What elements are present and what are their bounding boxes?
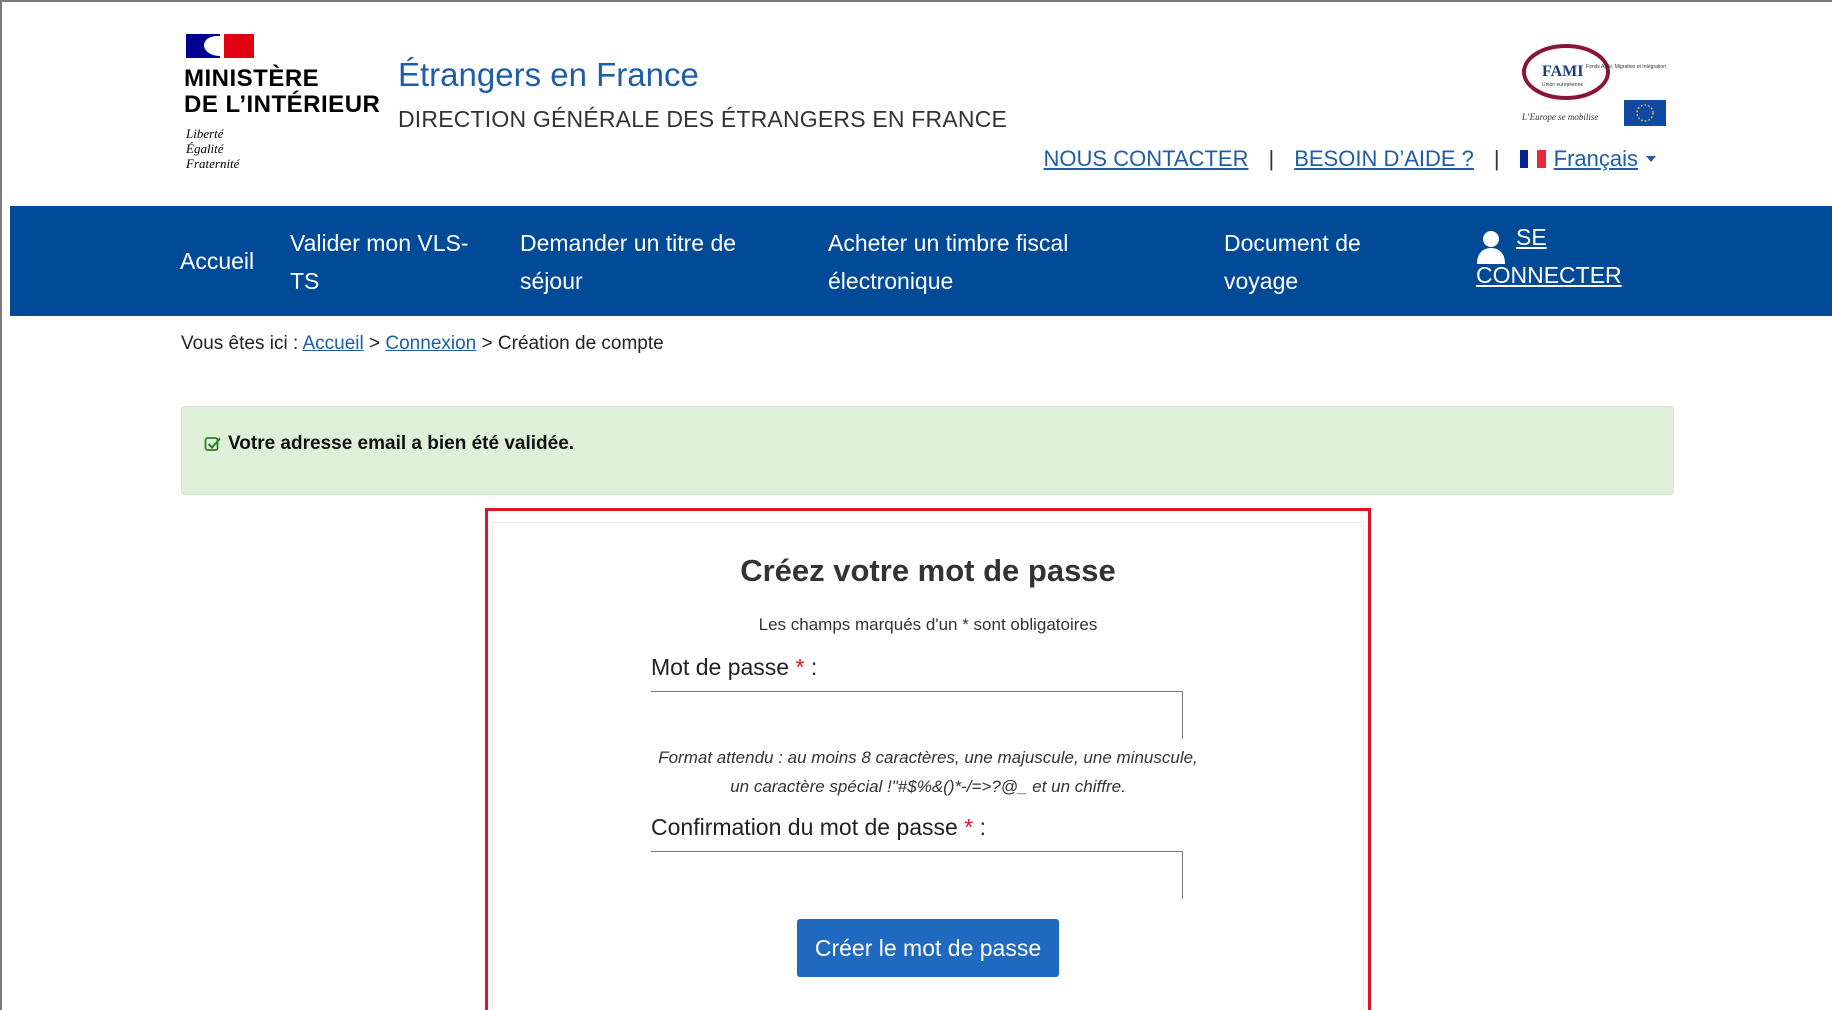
nav-item-residence-permit[interactable]: Demander un titre de séjour: [520, 224, 736, 300]
site-subtitle: DIRECTION GÉNÉRALE DES ÉTRANGERS EN FRAN…: [398, 106, 1008, 132]
breadcrumb-separator: >: [369, 333, 381, 354]
nav-label: séjour: [520, 268, 583, 294]
caret-down-icon: [1646, 156, 1656, 162]
breadcrumb-login-link[interactable]: Connexion: [385, 333, 476, 354]
french-flag-icon: [1519, 150, 1546, 168]
nav-label: électronique: [828, 268, 954, 294]
check-square-icon: [204, 437, 221, 451]
site-title[interactable]: Étrangers en France: [398, 56, 699, 94]
login-link[interactable]: SE CONNECTER: [1476, 218, 1622, 294]
required-star: *: [795, 654, 805, 680]
breadcrumb: Vous êtes ici : Accueil > Connexion > Cr…: [181, 333, 664, 355]
fami-logo-union: Union européenne: [1542, 82, 1583, 88]
nav-label: Demander un titre de: [520, 230, 737, 256]
nav-item-travel-document[interactable]: Document de voyage: [1224, 224, 1361, 300]
marianne-logo-icon: [186, 34, 254, 58]
nav-label: Document de: [1224, 230, 1361, 256]
nav-item-tax-stamp[interactable]: Acheter un timbre fiscal électronique: [828, 224, 1068, 300]
fami-logo-slogan: L’Europe se mobilise: [1521, 112, 1598, 122]
contact-link[interactable]: NOUS CONTACTER: [1044, 146, 1249, 172]
separator: |: [1493, 146, 1500, 171]
breadcrumb-current: Création de compte: [497, 333, 664, 354]
alert-message: Votre adresse email a bien été validée.: [228, 433, 575, 454]
breadcrumb-prefix: Vous êtes ici :: [181, 333, 299, 354]
required-star: *: [964, 814, 974, 840]
password-input[interactable]: [651, 691, 1183, 739]
fami-logo-tag: Fonds Asile, Migration et Intégration: [1586, 64, 1666, 70]
form-title: Créez votre mot de passe: [740, 553, 1116, 588]
required-fields-note: Les champs marqués d'un * sont obligatoi…: [758, 615, 1098, 634]
top-links: NOUS CONTACTER | BESOIN D’AIDE ? | Franç…: [1044, 146, 1656, 172]
password-label: Mot de passe * :: [651, 654, 818, 680]
nav-label: voyage: [1224, 268, 1299, 294]
fami-eu-logo-icon: FAMI Fonds Asile, Migration et Intégrati…: [1521, 44, 1666, 126]
breadcrumb-home-link[interactable]: Accueil: [302, 333, 363, 354]
confirm-password-input[interactable]: [651, 851, 1183, 899]
confirm-password-label: Confirmation du mot de passe * :: [651, 814, 986, 840]
nav-item-home[interactable]: Accueil: [180, 242, 254, 280]
nav-label: Acheter un timbre fiscal: [828, 230, 1069, 256]
main-navigation: Accueil Valider mon VLS- TS Demander un …: [10, 206, 1832, 316]
create-password-button[interactable]: Créer le mot de passe: [797, 919, 1059, 977]
language-selector[interactable]: Français: [1519, 146, 1656, 172]
breadcrumb-separator: >: [481, 333, 493, 354]
success-alert: Votre adresse email a bien été validée.: [181, 406, 1674, 495]
fami-logo-text: FAMI: [1542, 63, 1583, 80]
site-header: MINISTÈRE DE L’INTÉRIEUR Liberté Égalité…: [0, 0, 1832, 206]
user-icon: [1477, 231, 1505, 264]
help-link[interactable]: BESOIN D’AIDE ?: [1294, 146, 1474, 172]
password-format-hint: Format attendu : au moins 8 caractères, …: [658, 748, 1198, 796]
nav-label: TS: [290, 268, 320, 294]
nav-label: Accueil: [180, 248, 255, 274]
login-label: SE: [1516, 224, 1547, 250]
nav-label: Valider mon VLS-: [290, 230, 469, 256]
ministry-name: MINISTÈRE DE L’INTÉRIEUR: [184, 65, 381, 118]
password-form-card: Créez votre mot de passe Les champs marq…: [492, 522, 1364, 1010]
republic-motto: Liberté Égalité Fraternité: [186, 126, 240, 171]
separator: |: [1268, 146, 1275, 171]
language-label: Français: [1553, 146, 1638, 171]
nav-item-validate-vls-ts[interactable]: Valider mon VLS- TS: [290, 224, 469, 300]
